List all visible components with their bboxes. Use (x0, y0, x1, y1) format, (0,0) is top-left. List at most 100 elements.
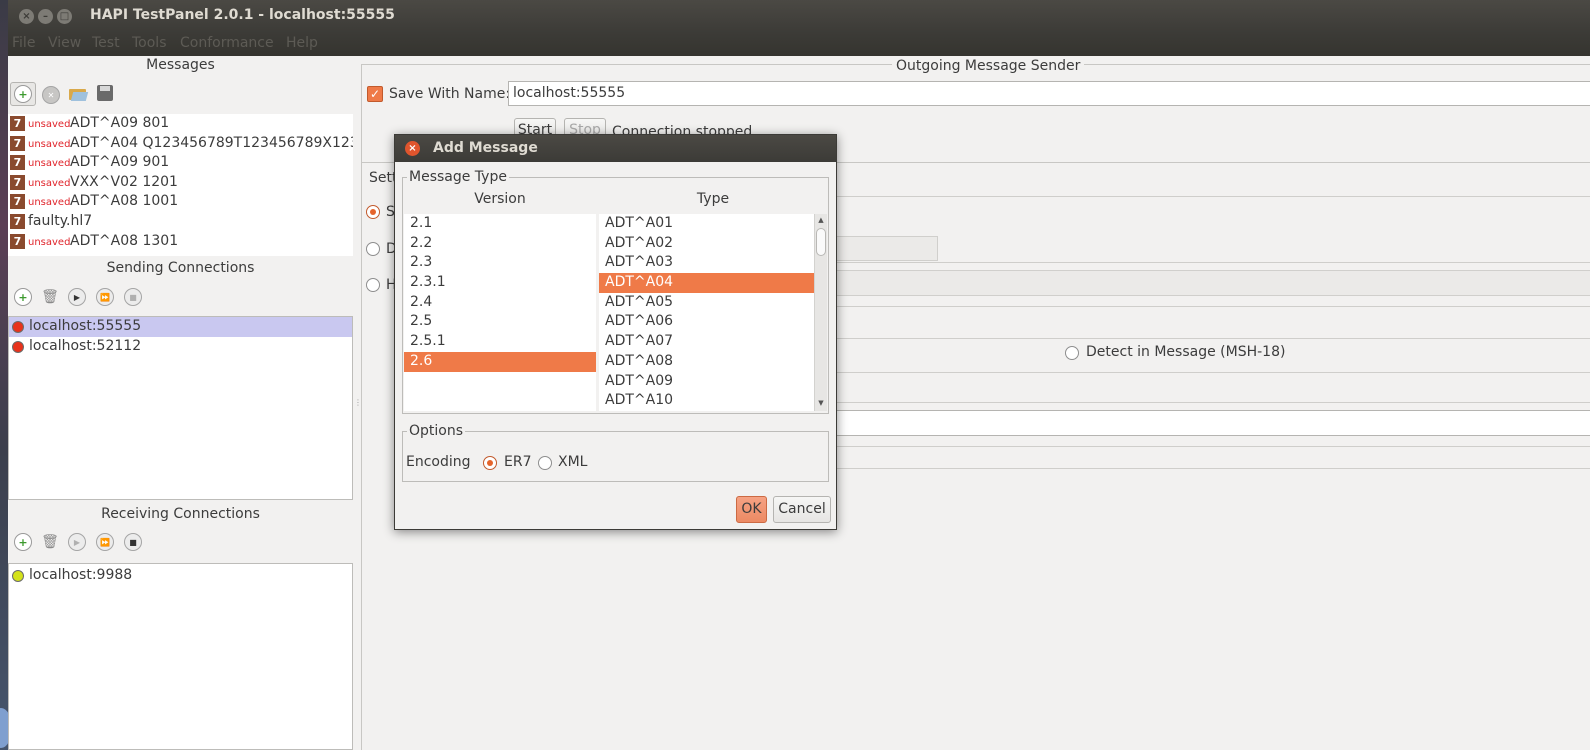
divider (836, 402, 1590, 403)
scroll-down-icon[interactable]: ▼ (816, 398, 826, 408)
hl7-file-icon: 7 (10, 233, 25, 249)
stop-icon[interactable]: ■ (124, 288, 142, 306)
radio-option-2[interactable] (366, 242, 380, 256)
detect-in-message-radio[interactable] (1065, 346, 1079, 360)
type-item[interactable]: ADT^A05 (599, 293, 814, 313)
receiving-connections-list: localhost:9988 (8, 563, 353, 750)
version-item[interactable]: 2.4 (404, 293, 596, 313)
version-list: 2.1 2.2 2.3 2.3.1 2.4 2.5 2.5.1 2.6 (404, 214, 596, 411)
list-item[interactable]: 7 unsaved ADT^A09 801 (8, 114, 353, 134)
minimize-window-icon[interactable]: – (38, 9, 53, 24)
version-item[interactable]: 2.2 (404, 234, 596, 254)
version-column-header: Version (474, 191, 526, 207)
menubar: File View Test Tools Conformance Help (8, 33, 1590, 56)
type-item-selected[interactable]: ADT^A04 (599, 273, 814, 293)
scroll-thumb[interactable] (816, 228, 826, 256)
delete-trash-icon[interactable]: 🗑 (41, 288, 59, 306)
close-icon[interactable]: × (405, 141, 420, 156)
add-sending-connection-icon[interactable]: + (14, 288, 32, 306)
menu-conformance[interactable]: Conformance (180, 35, 274, 51)
hl7-file-icon: 7 (10, 155, 25, 171)
type-item[interactable]: ADT^A10 (599, 391, 814, 411)
dialog-titlebar: × Add Message (395, 135, 836, 162)
add-receiving-connection-icon[interactable]: + (14, 533, 32, 551)
open-folder-icon[interactable] (68, 86, 89, 102)
encoding-label: Encoding (406, 454, 471, 470)
type-list-scrollbar[interactable]: ▲ ▼ (814, 214, 827, 411)
maximize-window-icon[interactable]: □ (57, 9, 72, 24)
type-item[interactable]: ADT^A09 (599, 372, 814, 392)
type-item[interactable]: ADT^A07 (599, 332, 814, 352)
outgoing-panel-title: Outgoing Message Sender (892, 58, 1085, 74)
close-window-icon[interactable]: × (19, 9, 34, 24)
list-item[interactable]: localhost:55555 (9, 317, 352, 337)
type-item[interactable]: ADT^A03 (599, 253, 814, 273)
detect-in-message-label: Detect in Message (MSH-18) (1086, 344, 1286, 360)
tab-settings[interactable]: Sett (362, 162, 397, 192)
sending-connections-title: Sending Connections (106, 260, 255, 276)
text-field[interactable] (836, 410, 1590, 436)
list-item[interactable]: localhost:52112 (9, 337, 352, 357)
hl7-file-icon: 7 (10, 116, 25, 131)
start-all-icon[interactable]: ⏩ (96, 533, 114, 551)
version-item[interactable]: 2.5.1 (404, 332, 596, 352)
scroll-up-icon[interactable]: ▲ (816, 215, 826, 225)
delete-trash-icon[interactable]: 🗑 (41, 533, 59, 551)
divider (836, 306, 1590, 307)
save-name-input[interactable]: localhost:55555 (508, 81, 1590, 106)
er7-radio[interactable] (483, 456, 497, 470)
connection-name: localhost:52112 (29, 338, 142, 354)
type-item[interactable]: ADT^A08 (599, 352, 814, 372)
connection-status-icon (12, 570, 24, 582)
radio-option-1[interactable] (366, 205, 380, 219)
list-item[interactable]: 7 faulty.hl7 (8, 212, 353, 232)
divider (836, 446, 1590, 447)
splitter-handle[interactable]: ⋮ (354, 398, 362, 408)
add-message-dialog: × Add Message Message Type Version Type … (394, 134, 837, 530)
menu-tools[interactable]: Tools (132, 35, 167, 51)
close-message-icon[interactable]: ✕ (42, 86, 60, 104)
cancel-button[interactable]: Cancel (773, 496, 831, 523)
list-item[interactable]: localhost:9988 (9, 566, 352, 586)
unsaved-badge: unsaved (28, 177, 71, 189)
hl7-file-icon: 7 (10, 213, 25, 229)
start-play-icon[interactable]: ▶ (68, 288, 86, 306)
menu-file[interactable]: File (12, 35, 35, 51)
list-item[interactable]: 7 unsaved ADT^A04 Q123456789T123456789X1… (8, 134, 353, 154)
xml-radio[interactable] (538, 456, 552, 470)
list-item[interactable]: 7 unsaved VXX^V02 1201 (8, 173, 353, 193)
version-item[interactable]: 2.3.1 (404, 273, 596, 293)
add-message-button[interactable]: + (10, 82, 36, 106)
message-name: ADT^A08 1301 (70, 232, 179, 249)
list-item[interactable]: 7 unsaved ADT^A08 1301 (8, 232, 353, 252)
type-item[interactable]: ADT^A01 (599, 214, 814, 234)
unsaved-badge: unsaved (28, 236, 71, 248)
list-item[interactable]: 7 unsaved ADT^A09 901 (8, 153, 353, 173)
type-item[interactable]: ADT^A02 (599, 234, 814, 254)
hl7-file-icon: 7 (10, 135, 25, 151)
start-play-icon[interactable]: ▶ (68, 533, 86, 551)
ok-button[interactable]: OK (736, 496, 767, 523)
menu-test[interactable]: Test (92, 35, 120, 51)
version-item[interactable]: 2.3 (404, 253, 596, 273)
hl7-file-icon: 7 (10, 194, 25, 210)
message-type-legend: Message Type (407, 169, 509, 185)
version-item[interactable]: 2.5 (404, 312, 596, 332)
divider (836, 372, 1590, 373)
message-name: ADT^A09 801 (70, 115, 170, 131)
list-item[interactable]: 7 unsaved ADT^A08 1001 (8, 192, 353, 212)
start-all-icon[interactable]: ⏩ (96, 288, 114, 306)
version-item[interactable]: 2.1 (404, 214, 596, 234)
radio-option-3[interactable] (366, 278, 380, 292)
unsaved-badge: unsaved (28, 158, 71, 170)
save-with-name-checkbox[interactable]: ✓ (367, 86, 383, 102)
save-disk-icon[interactable] (97, 85, 113, 101)
stop-icon[interactable]: ■ (124, 533, 142, 551)
type-item[interactable]: ADT^A06 (599, 312, 814, 332)
connection-name: localhost:9988 (29, 567, 133, 583)
menu-help[interactable]: Help (286, 35, 318, 51)
version-item-selected[interactable]: 2.6 (404, 351, 596, 372)
menu-view[interactable]: View (48, 35, 81, 51)
messages-list: 7 unsaved ADT^A09 801 7 unsaved ADT^A04 … (8, 114, 353, 256)
save-with-name-label: Save With Name: (389, 86, 511, 102)
